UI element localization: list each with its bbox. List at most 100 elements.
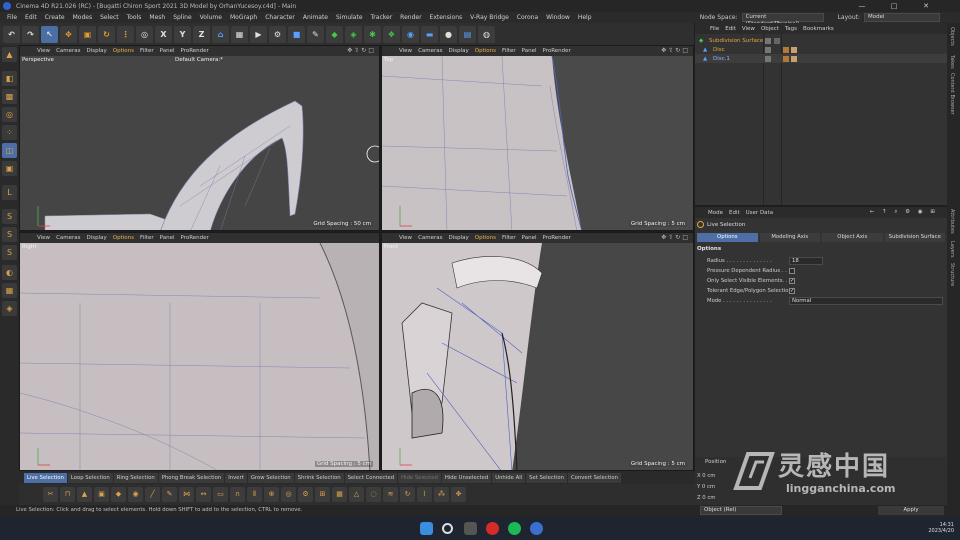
vp-menu-display[interactable]: Display [446,48,472,54]
tab-objects[interactable]: Objects [949,27,955,46]
viewport-nav-icons[interactable]: ✥⇧↻□ [661,47,690,54]
menu-tracker[interactable]: Tracker [367,14,397,21]
snapping-icon[interactable]: S [2,227,17,242]
menu-render[interactable]: Render [396,14,425,21]
object-row-disc-1[interactable]: ▲ Disc.1 [695,54,947,63]
edges-mode-icon[interactable]: ◫ [2,143,17,158]
deformer-icon[interactable]: ❖ [383,25,400,43]
vp-menu-cameras[interactable]: Cameras [415,48,445,54]
tab-options[interactable]: Options [697,233,758,242]
vp-menu-filter[interactable]: Filter [137,48,157,54]
om-menu-edit[interactable]: Edit [722,26,739,32]
node-space-dropdown[interactable]: Current (Standard/Physical) [741,13,824,27]
mode-dropdown[interactable]: Normal [789,297,943,305]
menu-vray-bridge[interactable]: V-Ray Bridge [466,14,513,21]
bulb-light-icon[interactable]: ◍ [478,25,495,43]
phong-tag-icon[interactable] [783,55,789,62]
menu-mesh[interactable]: Mesh [145,14,169,21]
tab-content-browser[interactable]: Content Browser [949,73,955,115]
vp-menu-options[interactable]: Options [110,48,137,54]
menu-select[interactable]: Select [96,14,123,21]
undo-icon[interactable]: ↶ [3,25,20,43]
x-axis-button[interactable]: X [155,25,172,43]
scale-tool-icon[interactable]: ▣ [79,25,96,43]
render-picture-viewer-icon[interactable]: ▶ [250,25,267,43]
xyz-axis-icon[interactable]: ✥ [451,487,466,502]
set-selection-button[interactable]: Set Selection [526,472,567,483]
selection-tag-icon[interactable] [791,55,797,62]
visibility-toggle[interactable] [765,46,771,53]
array-icon[interactable]: ◈ [345,25,362,43]
tab-structure[interactable]: Structure [949,263,955,286]
optimize-icon[interactable]: ⚙ [298,487,313,502]
menu-tools[interactable]: Tools [123,14,146,21]
viewport-top[interactable]: View Cameras Display Options Filter Pane… [381,45,694,231]
vp-menu-view[interactable]: View [396,235,415,241]
workplane-mode-icon[interactable]: ◎ [2,107,17,122]
vp-menu-prorender[interactable]: ProRender [540,235,574,241]
render-view-icon[interactable]: ▦ [231,25,248,43]
vp-menu-options[interactable]: Options [472,235,499,241]
vp-menu-prorender[interactable]: ProRender [178,48,212,54]
tab-attributes[interactable]: Attributes [949,209,955,234]
split-icon[interactable]: ⊞ [315,487,330,502]
menu-animate[interactable]: Animate [299,14,332,21]
viewport-front[interactable]: View Cameras Display Options Filter Pane… [381,232,694,471]
vp-menu-cameras[interactable]: Cameras [53,48,83,54]
vp-menu-panel[interactable]: Panel [519,235,540,241]
vp-menu-panel[interactable]: Panel [157,235,178,241]
texture-mode-icon[interactable]: ▩ [2,89,17,104]
vp-menu-cameras[interactable]: Cameras [415,235,445,241]
model-mode-icon[interactable]: ◧ [2,71,17,86]
visibility-toggle[interactable] [765,37,771,44]
iron-tool-icon[interactable]: ▭ [213,487,228,502]
camera-icon[interactable]: ▬ [421,25,438,43]
vp-menu-prorender[interactable]: ProRender [540,48,574,54]
vp-menu-panel[interactable]: Panel [157,48,178,54]
stitch-sew-icon[interactable]: ⋈ [179,487,194,502]
only-visible-checkbox[interactable]: ✓ [789,278,795,284]
tab-modeling-axis[interactable]: Modeling Axis [759,233,820,242]
vp-menu-options[interactable]: Options [472,48,499,54]
triangulate-icon[interactable]: △ [349,487,364,502]
points-mode-icon[interactable]: ⁘ [2,125,17,140]
tolerant-selection-checkbox[interactable]: ✓ [789,288,795,294]
om-menu-tags[interactable]: Tags [782,26,800,32]
enable-toggle[interactable] [774,37,780,44]
viewport-nav-icons[interactable]: ✥⇧↻□ [661,234,690,241]
weld-tool-icon[interactable]: ◉ [128,487,143,502]
menu-corona[interactable]: Corona [513,14,542,21]
layer-icon[interactable]: ◈ [2,301,17,316]
subdivision-surface-icon[interactable]: ◆ [326,25,343,43]
convert-selection-button[interactable]: Convert Selection [567,472,621,483]
menu-extensions[interactable]: Extensions [426,14,467,21]
shrink-selection-button[interactable]: Shrink Selection [294,472,344,483]
rotate-tool-icon[interactable]: ↻ [98,25,115,43]
extrude-tool-icon[interactable]: ▲ [77,487,92,502]
environment-icon[interactable]: ◉ [402,25,419,43]
menu-modes[interactable]: Modes [69,14,96,21]
close-polygon-hole-icon[interactable]: ◎ [281,487,296,502]
floor-icon[interactable]: ▤ [459,25,476,43]
line-cut-icon[interactable]: ╱ [145,487,160,502]
maximize-button[interactable]: □ [880,0,908,12]
search-icon[interactable] [442,523,453,534]
om-menu-view[interactable]: View [739,26,758,32]
vp-menu-filter[interactable]: Filter [499,48,519,54]
tab-object-axis[interactable]: Object Axis [822,233,883,242]
pressure-radius-checkbox[interactable] [789,268,795,274]
menu-help[interactable]: Help [574,14,596,21]
position-z-field[interactable]: Z 0 cm [697,495,715,501]
menu-edit[interactable]: Edit [21,14,41,21]
tab-subdivision-surface[interactable]: Subdivision Surface [884,233,945,242]
z-axis-button[interactable]: Z [193,25,210,43]
om-menu-object[interactable]: Object [758,26,782,32]
am-menu-user-data[interactable]: User Data [743,210,776,216]
hide-unselected-button[interactable]: Hide Unselected [441,472,492,483]
menu-character[interactable]: Character [261,14,299,21]
spin-edge-icon[interactable]: ↻ [400,487,415,502]
locked-workplane-icon[interactable]: S [2,245,17,260]
vp-menu-view[interactable]: View [396,48,415,54]
position-y-field[interactable]: Y 0 cm [697,484,715,490]
coordinate-mode-dropdown[interactable]: Object (Rel) [700,506,782,515]
